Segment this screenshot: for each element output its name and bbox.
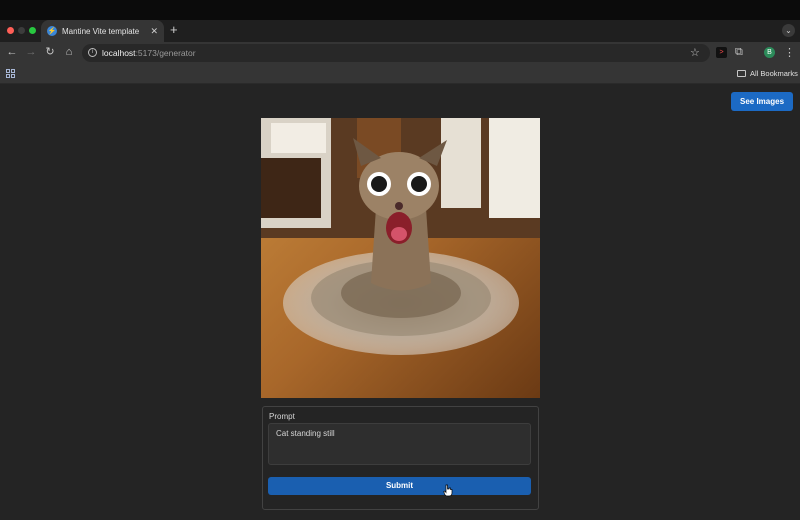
prompt-label: Prompt bbox=[269, 412, 295, 421]
see-images-button[interactable]: See Images bbox=[731, 92, 793, 111]
forward-arrow-icon[interactable]: → bbox=[24, 45, 38, 59]
site-info-icon[interactable]: i bbox=[88, 48, 97, 57]
back-arrow-icon[interactable]: ← bbox=[5, 45, 19, 59]
tab-title: Mantine Vite template bbox=[62, 26, 140, 36]
hand-cursor-icon bbox=[443, 484, 453, 497]
apps-grid-icon[interactable] bbox=[6, 69, 15, 78]
os-top-bar bbox=[0, 0, 800, 20]
submit-button[interactable]: Submit bbox=[268, 477, 531, 495]
prompt-input[interactable]: Cat standing still bbox=[268, 423, 531, 465]
maximize-window-button[interactable] bbox=[29, 27, 36, 34]
close-window-button[interactable] bbox=[7, 27, 14, 34]
vite-favicon-icon: ⚡ bbox=[47, 26, 57, 36]
tab-active[interactable]: ⚡ Mantine Vite template ✕ bbox=[41, 20, 164, 42]
minimize-window-button[interactable] bbox=[18, 27, 25, 34]
reload-icon[interactable]: ↻ bbox=[43, 45, 57, 59]
all-bookmarks-link[interactable]: All Bookmarks bbox=[750, 69, 798, 78]
home-icon[interactable]: ⌂ bbox=[62, 45, 76, 59]
extension-terminal-icon[interactable]: > bbox=[716, 47, 727, 58]
url-path: :5173/generator bbox=[135, 48, 196, 58]
close-tab-icon[interactable]: ✕ bbox=[150, 26, 158, 37]
star-icon[interactable]: ☆ bbox=[690, 46, 700, 59]
profile-avatar[interactable]: B bbox=[764, 47, 775, 58]
bookmarks-bar bbox=[0, 64, 800, 84]
generated-cat-image bbox=[261, 118, 540, 398]
tab-search-icon[interactable]: ⌄ bbox=[782, 24, 795, 37]
folder-icon bbox=[737, 70, 746, 77]
url-host: localhost bbox=[102, 48, 136, 58]
browser-menu-icon[interactable]: ⋮ bbox=[784, 46, 795, 59]
extensions-puzzle-icon[interactable]: ⧉ bbox=[735, 46, 743, 59]
url-text[interactable]: localhost:5173/generator bbox=[102, 48, 196, 58]
new-tab-icon[interactable]: + bbox=[170, 23, 178, 37]
